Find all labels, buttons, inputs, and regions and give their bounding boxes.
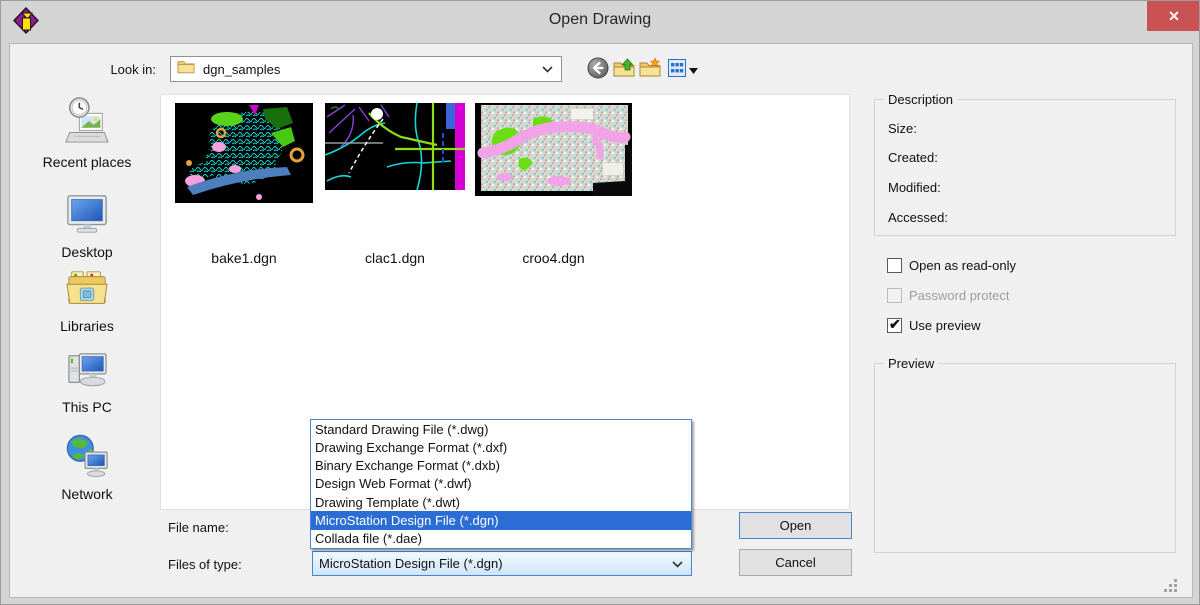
file-name-label: File name: <box>168 520 229 535</box>
back-icon <box>587 57 609 84</box>
view-menu-icon <box>668 59 686 82</box>
close-button[interactable]: ✕ <box>1147 1 1200 31</box>
new-folder-button[interactable] <box>638 58 662 82</box>
libraries-icon <box>64 268 110 315</box>
checkbox-label: Open as read-only <box>909 258 1016 273</box>
thumbnail-clac1 <box>325 103 465 190</box>
sidebar-item-label: This PC <box>62 399 112 415</box>
cancel-button[interactable]: Cancel <box>739 549 852 576</box>
use-preview-checkbox[interactable]: Use preview <box>887 318 981 333</box>
checkbox-checked-icon[interactable] <box>887 318 902 333</box>
open-button[interactable]: Open <box>739 512 852 539</box>
sidebar-item-desktop[interactable]: Desktop <box>18 192 156 260</box>
back-button[interactable] <box>586 58 610 82</box>
dialog-client-area: Look in: dgn_samples <box>9 43 1193 598</box>
open-drawing-dialog: Open Drawing ✕ Look in: dgn_samples <box>0 0 1200 605</box>
password-protect-checkbox: Password protect <box>887 288 1009 303</box>
folder-icon <box>177 59 195 79</box>
accessed-label: Accessed: <box>888 210 948 225</box>
sidebar-item-label: Network <box>61 486 112 502</box>
close-icon: ✕ <box>1168 8 1180 25</box>
size-label: Size: <box>888 121 917 136</box>
files-of-type-dropdown-list: Standard Drawing File (*.dwg) Drawing Ex… <box>310 419 692 549</box>
sidebar-item-label: Libraries <box>60 318 114 334</box>
look-in-combobox[interactable]: dgn_samples <box>170 56 562 82</box>
sidebar-item-this-pc[interactable]: This PC <box>18 351 156 415</box>
description-title: Description <box>884 92 957 107</box>
file-type-option[interactable]: Drawing Exchange Format (*.dxf) <box>311 438 691 456</box>
checkbox-label: Use preview <box>909 318 981 333</box>
file-type-option[interactable]: Standard Drawing File (*.dwg) <box>311 420 691 438</box>
up-one-level-button[interactable] <box>612 58 636 82</box>
this-pc-icon <box>64 351 110 396</box>
sidebar-item-label: Desktop <box>61 244 112 260</box>
view-menu-button[interactable] <box>664 58 702 82</box>
window-title: Open Drawing <box>1 11 1199 29</box>
up-one-level-icon <box>613 58 635 83</box>
file-type-option[interactable]: Drawing Template (*.dwt) <box>311 493 691 511</box>
look-in-value: dgn_samples <box>203 62 534 77</box>
file-type-option[interactable]: Binary Exchange Format (*.dxb) <box>311 457 691 475</box>
recent-places-icon <box>64 96 110 151</box>
file-item-croo4[interactable]: croo4.dgn <box>475 103 632 196</box>
checkbox-icon <box>887 288 902 303</box>
new-folder-icon <box>639 58 661 83</box>
file-type-option-selected[interactable]: MicroStation Design File (*.dgn) <box>311 511 691 529</box>
resize-grip[interactable] <box>1162 577 1179 599</box>
look-in-label: Look in: <box>68 62 156 77</box>
description-groupbox: Description Size: Created: Modified: Acc… <box>874 99 1176 236</box>
checkbox-label: Password protect <box>909 288 1009 303</box>
sidebar-item-libraries[interactable]: Libraries <box>18 268 156 334</box>
file-type-option[interactable]: Collada file (*.dae) <box>311 530 691 548</box>
thumbnail-croo4 <box>475 103 632 196</box>
files-of-type-value: MicroStation Design File (*.dgn) <box>319 556 672 571</box>
file-item-bake1[interactable]: bake1.dgn <box>175 103 313 203</box>
checkbox-icon[interactable] <box>887 258 902 273</box>
file-name: clac1.dgn <box>325 250 465 266</box>
file-type-option[interactable]: Design Web Format (*.dwf) <box>311 475 691 493</box>
sidebar-item-recent-places[interactable]: Recent places <box>18 96 156 170</box>
chevron-down-icon <box>542 60 553 78</box>
modified-label: Modified: <box>888 180 941 195</box>
thumbnail-bake1 <box>175 103 313 203</box>
file-name: bake1.dgn <box>175 250 313 266</box>
desktop-icon <box>64 192 110 241</box>
sidebar-item-network[interactable]: Network <box>18 433 156 502</box>
preview-groupbox: Preview <box>874 363 1176 553</box>
created-label: Created: <box>888 150 938 165</box>
file-item-clac1[interactable]: clac1.dgn <box>325 103 465 190</box>
titlebar: Open Drawing ✕ <box>1 1 1199 43</box>
files-of-type-combobox[interactable]: MicroStation Design File (*.dgn) <box>312 551 692 576</box>
files-of-type-label: Files of type: <box>168 557 242 572</box>
network-icon <box>64 433 110 483</box>
menu-arrow-icon <box>689 61 698 79</box>
chevron-down-icon <box>672 555 683 573</box>
sidebar-item-label: Recent places <box>43 154 132 170</box>
open-as-read-only-checkbox[interactable]: Open as read-only <box>887 258 1016 273</box>
file-name: croo4.dgn <box>475 250 632 266</box>
preview-title: Preview <box>884 356 938 371</box>
